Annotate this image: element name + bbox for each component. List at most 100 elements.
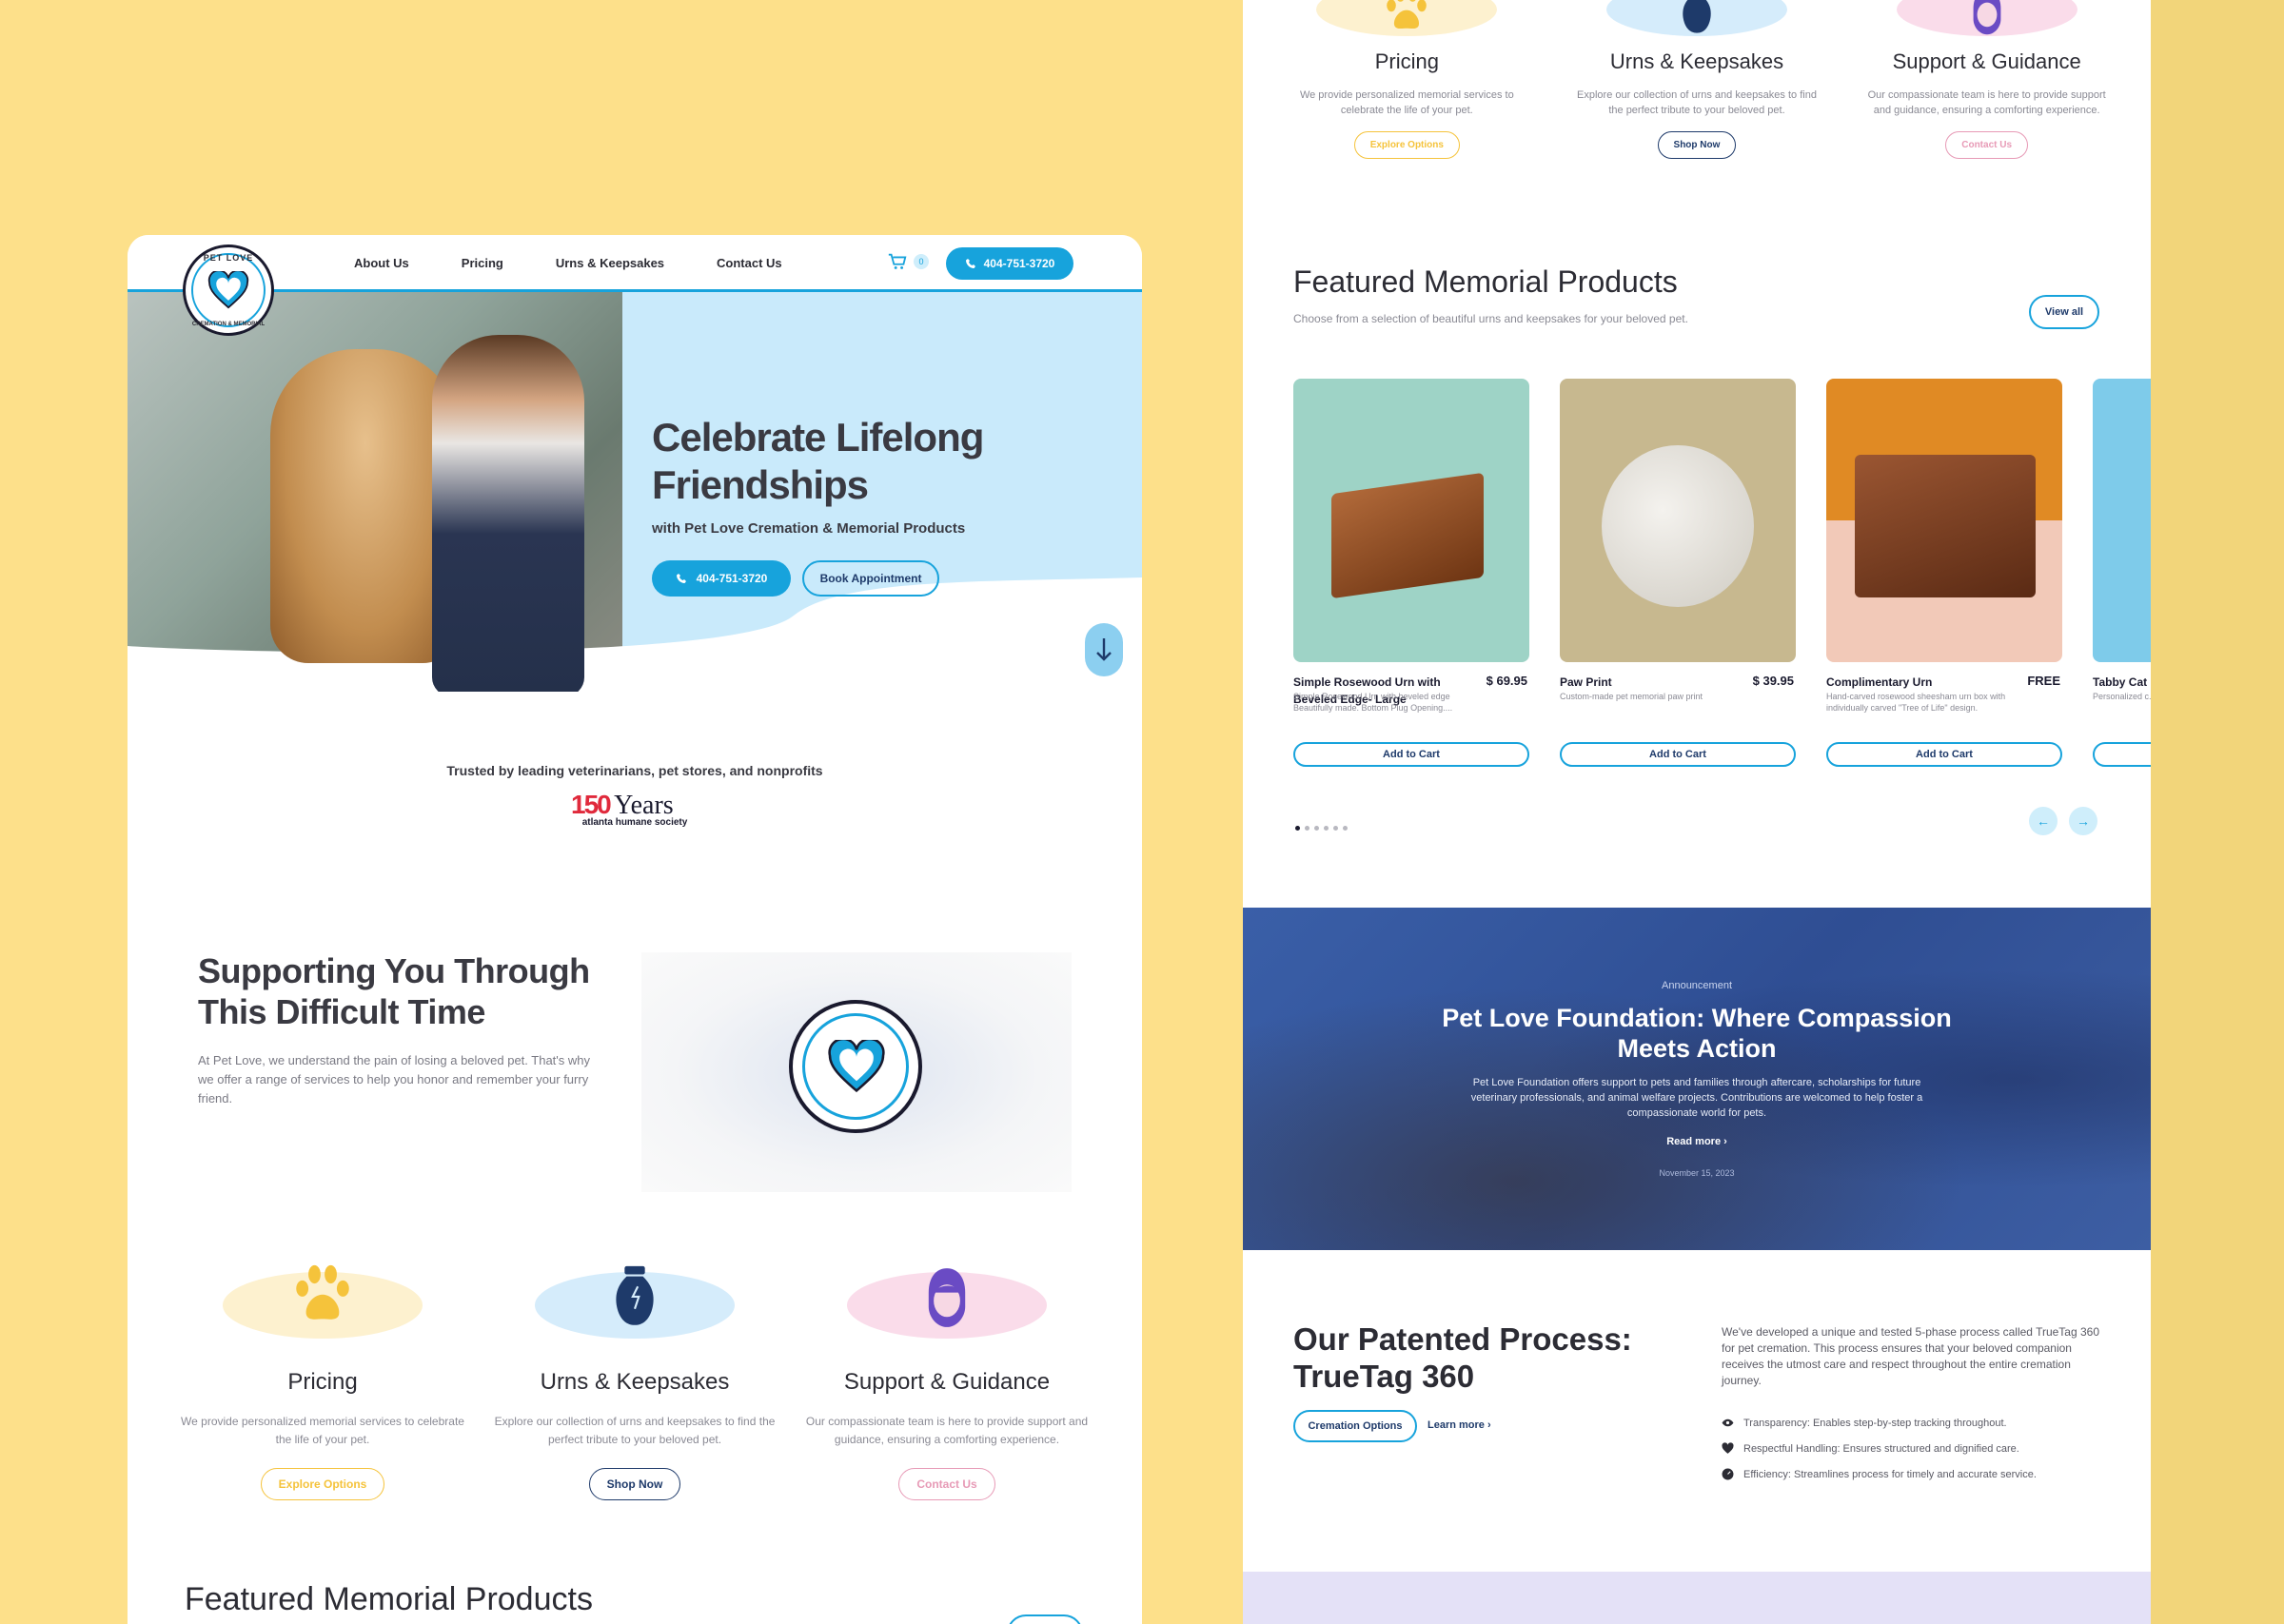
nav-phone-button[interactable]: 404-751-3720	[946, 247, 1073, 280]
carousel-prev-button[interactable]: ←	[2029, 807, 2058, 835]
humane-society-logo: 150 Years atlanta humane society	[571, 790, 699, 837]
next-section-strip	[1243, 1572, 2151, 1624]
woman-image	[432, 335, 584, 692]
nav-link-pricing[interactable]: Pricing	[462, 256, 503, 270]
chevron-right-icon: ›	[1487, 1419, 1491, 1431]
nav-link-about[interactable]: About Us	[354, 256, 409, 270]
announcement-section: Announcement Pet Love Foundation: Where …	[1243, 908, 2151, 1250]
cremation-options-button[interactable]: Cremation Options	[1293, 1410, 1417, 1442]
shop-now-button[interactable]: Shop Now	[1657, 131, 1737, 159]
nav-phone-label: 404-751-3720	[983, 257, 1055, 270]
brand-logo[interactable]: PET LOVE CREMATION & MEMORIAL	[183, 245, 274, 336]
hero-title: Celebrate Lifelong Friendships	[652, 415, 984, 507]
nav-link-contact[interactable]: Contact Us	[717, 256, 782, 270]
explore-options-button[interactable]: Explore Options	[1353, 131, 1460, 159]
featured-title-left: Featured Memorial Products	[185, 1581, 593, 1617]
patented-title: Our Patented Process: TrueTag 360	[1293, 1321, 1632, 1394]
product-card[interactable]: Paw Print $ 39.95 Custom-made pet memori…	[1560, 379, 1796, 767]
heart-icon	[828, 1040, 885, 1093]
nav-links: About Us Pricing Urns & Keepsakes Contac…	[354, 256, 782, 270]
book-appointment-button[interactable]: Book Appointment	[802, 560, 939, 597]
badge-number: 150	[571, 790, 612, 819]
add-to-cart-button[interactable]: Add to Cart	[1293, 742, 1529, 767]
product-name: Tabby Cat	[2093, 675, 2148, 689]
paw-icon	[296, 1264, 349, 1320]
announcement-text: Pet Love Foundation offers support to pe…	[1470, 1077, 1923, 1119]
logo-ring	[191, 253, 266, 327]
product-price: $ 39.95	[1752, 674, 1794, 688]
service-title: Support & Guidance	[1892, 49, 2081, 73]
carousel-dot[interactable]	[1314, 826, 1319, 831]
eye-icon	[1722, 1419, 1734, 1427]
product-image	[1826, 379, 2062, 662]
logo-bottom-text: CREMATION & MEMORIAL	[191, 322, 266, 327]
feature-text: Efficiency: Streamlines process for time…	[1743, 1468, 2037, 1480]
hero-section: Celebrate Lifelong Friendships with Pet …	[128, 292, 1142, 692]
feature-text: Transparency: Enables step-by-step track…	[1743, 1417, 2007, 1429]
cart-count-badge: 0	[914, 254, 929, 269]
feature-item: Transparency: Enables step-by-step track…	[1722, 1410, 2121, 1436]
carousel-dot[interactable]	[1305, 826, 1309, 831]
featured-subtitle: Choose from a selection of beautiful urn…	[1293, 312, 1688, 325]
service-text: Our compassionate team is here to provid…	[805, 1415, 1089, 1446]
featured-title: Featured Memorial Products	[1293, 264, 1678, 299]
background-strip	[2151, 0, 2284, 1624]
support-agent-icon	[928, 1268, 966, 1327]
read-more-link[interactable]: Read more ›	[1243, 1136, 2151, 1147]
carousel-dot[interactable]	[1295, 826, 1300, 831]
product-card[interactable]: Complimentary Urn FREE Hand-carved rosew…	[1826, 379, 2062, 767]
hero-subtitle: with Pet Love Cremation & Memorial Produ…	[652, 520, 966, 537]
product-desc: Personalized c... Wood photo fr...	[2093, 692, 2151, 701]
carousel-dot[interactable]	[1333, 826, 1338, 831]
scrolled-page-preview: Pricing We provide personalized memorial…	[1243, 0, 2151, 1624]
learn-more-link[interactable]: Learn more ›	[1428, 1419, 1491, 1431]
product-image	[2093, 379, 2151, 662]
shop-now-button[interactable]: Shop Now	[588, 1468, 681, 1500]
product-card[interactable]: Simple Rosewood Urn with Beveled Edge- L…	[1293, 379, 1529, 767]
arrow-left-icon: ←	[2037, 813, 2050, 829]
service-title: Pricing	[1374, 49, 1439, 73]
seal-logo	[789, 1000, 922, 1133]
service-title: Urns & Keepsakes	[1609, 49, 1784, 73]
add-to-cart-button[interactable]: Add to Cart	[1826, 742, 2062, 767]
heart-icon	[1722, 1442, 1734, 1454]
add-to-cart-button[interactable]: Add to Cart	[1560, 742, 1796, 767]
product-card[interactable]: Tabby Cat Personalized c... Wood photo f…	[2093, 379, 2151, 767]
homepage-preview: About Us Pricing Urns & Keepsakes Contac…	[128, 235, 1142, 1624]
nav-link-urns[interactable]: Urns & Keepsakes	[556, 256, 664, 270]
service-urns: Urns & Keepsakes Explore our collection …	[487, 1261, 782, 1500]
view-all-button-left[interactable]	[1007, 1614, 1083, 1624]
paw-icon	[1387, 0, 1428, 29]
phone-icon	[676, 574, 686, 583]
contact-us-button[interactable]: Contact Us	[898, 1468, 995, 1500]
carousel-dots[interactable]	[1295, 826, 1348, 831]
product-name: Complimentary Urn	[1826, 675, 1933, 689]
product-image	[1293, 379, 1529, 662]
service-text: We provide personalized memorial service…	[1299, 89, 1514, 116]
carousel-dot[interactable]	[1324, 826, 1329, 831]
view-all-button[interactable]: View all	[2029, 295, 2099, 329]
add-to-cart-button[interactable]: Add to Cart	[2093, 742, 2151, 767]
carousel-dot[interactable]	[1343, 826, 1348, 831]
service-text: Our compassionate team is here to provid…	[1867, 89, 2106, 116]
chevron-right-icon: ›	[1723, 1136, 1727, 1147]
patented-features: Transparency: Enables step-by-step track…	[1722, 1410, 2121, 1487]
hero-call-button[interactable]: 404-751-3720	[652, 560, 791, 597]
service-text: We provide personalized memorial service…	[181, 1415, 464, 1446]
feature-item: Respectful Handling: Ensures structured …	[1722, 1436, 2121, 1461]
explore-options-button[interactable]: Explore Options	[260, 1468, 385, 1500]
contact-us-button[interactable]: Contact Us	[1945, 131, 2029, 159]
carousel-next-button[interactable]: →	[2069, 807, 2097, 835]
product-desc: Simple Rosewood Urn with beveled edge Be…	[1293, 692, 1453, 713]
learn-more-label: Learn more	[1428, 1419, 1485, 1431]
urn-icon	[616, 1265, 654, 1325]
cart-icon[interactable]	[887, 251, 908, 272]
announcement-title: Pet Love Foundation: Where Compassion Me…	[1442, 1004, 1952, 1063]
product-image	[1560, 379, 1796, 662]
urn-icon	[1683, 0, 1711, 33]
scroll-down-button[interactable]	[1085, 623, 1123, 676]
support-title: Supporting You Through This Difficult Ti…	[198, 951, 590, 1031]
services-row: Pricing We provide personalized memorial…	[175, 1261, 1094, 1500]
service-support: Support & Guidance Our compassionate tea…	[799, 1261, 1094, 1500]
gauge-icon	[1722, 1468, 1734, 1480]
